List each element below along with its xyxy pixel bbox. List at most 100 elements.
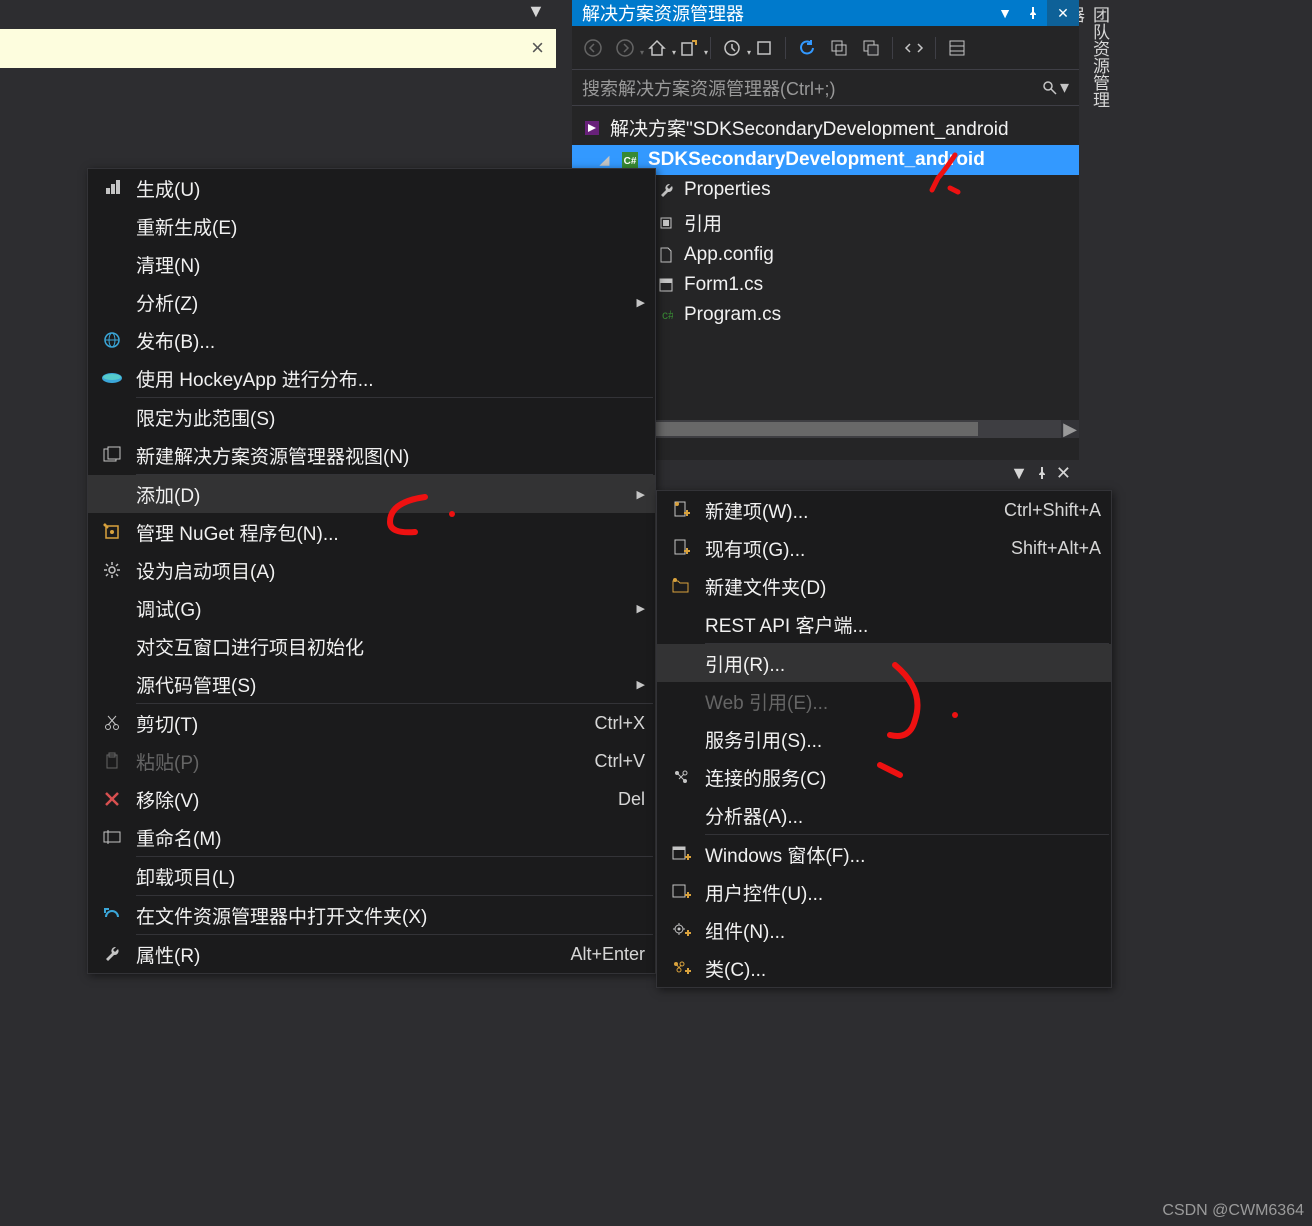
adduc-icon [657,883,705,901]
existitem-icon [657,538,705,558]
menu-item-label: 源代码管理(S) [136,671,629,698]
menu-item[interactable]: 管理 NuGet 程序包(N)... [88,513,655,551]
menu-item[interactable]: 添加(D)▶ [88,475,655,513]
solution-search[interactable]: 搜索解决方案资源管理器(Ctrl+;) ▾ [572,70,1079,106]
close-icon[interactable]: ✕ [1056,463,1071,484]
menu-item[interactable]: 引用(R)... [657,644,1111,682]
globe-icon [88,330,136,350]
menu-item-label: 现有项(G)... [705,535,1011,562]
menu-item[interactable]: 对交互窗口进行项目初始化 [88,627,655,665]
pin-icon[interactable] [1019,0,1047,26]
project-context-menu: 生成(U) 重新生成(E) 清理(N) 分析(Z)▶发布(B)...使用 Hockey… [87,168,656,974]
show-all-icon[interactable] [856,33,886,63]
solution-icon [582,118,602,138]
menu-item[interactable]: REST API 客户端... [657,605,1111,643]
menu-item[interactable]: 清理(N) [88,245,655,283]
menu-item-label: 用户控件(U)... [705,879,1101,906]
forward-icon[interactable]: ▾ [610,33,640,63]
solution-node[interactable]: 解决方案"SDKSecondaryDevelopment_android [572,110,1079,145]
build-icon [88,178,136,198]
panel-title-bar: 解决方案资源管理器 ▼ ✕ [572,0,1079,26]
back-icon[interactable] [578,33,608,63]
add-submenu: 新建项(W)...Ctrl+Shift+A现有项(G)...Shift+Alt+… [656,490,1112,988]
menu-item-label: 新建项(W)... [705,497,1004,524]
cut-icon [88,713,136,733]
pending-changes-icon[interactable]: ▾ [717,33,747,63]
menu-item[interactable]: 服务引用(S)... [657,720,1111,758]
menu-item[interactable]: 在文件资源管理器中打开文件夹(X) [88,896,655,934]
menu-item[interactable]: 移除(V)Del [88,780,655,818]
menu-item: 粘贴(P)Ctrl+V [88,742,655,780]
menu-item[interactable]: 使用 HockeyApp 进行分布... [88,359,655,397]
tree-item-label: Form1.cs [684,274,763,296]
close-icon[interactable]: × [531,35,544,61]
hockey-icon [88,372,136,384]
menu-item-label: 分析(Z) [136,289,629,316]
project-label: SDKSecondaryDevelopment_android [648,149,985,171]
menu-item[interactable]: 发布(B)... [88,321,655,359]
menu-item[interactable]: 卸载项目(L) [88,857,655,895]
menu-item[interactable]: 新建文件夹(D) [657,567,1111,605]
expand-icon[interactable]: ◢ [600,153,612,167]
menu-item[interactable]: 限定为此范围(S) [88,398,655,436]
menu-item[interactable]: 组件(N)... [657,911,1111,949]
menu-item[interactable]: 用户控件(U)... [657,873,1111,911]
tree-item-label: Properties [684,179,771,201]
menu-item-label: REST API 客户端... [705,611,1101,638]
menu-item-label: 对交互窗口进行项目初始化 [136,633,645,660]
close-panel-icon[interactable]: ✕ [1047,0,1079,26]
references-icon [656,213,676,233]
menu-item[interactable]: 新建项(W)...Ctrl+Shift+A [657,491,1111,529]
rename-icon [88,829,136,845]
cs-file-icon: c# [656,305,676,325]
openfolder-icon [88,905,136,925]
form-file-icon [656,275,676,295]
menu-item[interactable]: 属性(R)Alt+Enter [88,935,655,973]
menu-item[interactable]: 源代码管理(S)▶ [88,665,655,703]
solutions-icon[interactable] [749,33,779,63]
properties-icon[interactable] [942,33,972,63]
menu-item-label: 重新生成(E) [136,213,645,240]
menu-item[interactable]: 分析器(A)... [657,796,1111,834]
menu-item[interactable]: 类(C)... [657,949,1111,987]
menu-item[interactable]: 设为启动项目(A) [88,551,655,589]
search-icon[interactable]: ▾ [1042,77,1069,98]
nuget-icon [88,522,136,542]
newitem-icon [657,500,705,520]
menu-item-label: 清理(N) [136,251,645,278]
menu-shortcut: Ctrl+X [594,713,645,734]
view-code-icon[interactable] [899,33,929,63]
menu-item-label: 管理 NuGet 程序包(N)... [136,519,645,546]
menu-item[interactable]: 连接的服务(C) [657,758,1111,796]
menu-item[interactable]: 重新生成(E) [88,207,655,245]
menu-item[interactable]: 生成(U) [88,169,655,207]
panel-dropdown-icon[interactable]: ▼ [1010,463,1028,484]
menu-shortcut: Del [618,789,645,810]
scroll-right-icon[interactable]: ▶ [1061,420,1079,438]
sync-icon[interactable]: ▾ [674,33,704,63]
menu-item[interactable]: 重命名(M) [88,818,655,856]
menu-item[interactable]: 分析(Z)▶ [88,283,655,321]
wrench-icon [656,180,676,200]
menu-item[interactable]: 现有项(G)...Shift+Alt+A [657,529,1111,567]
pin-icon[interactable] [1036,467,1048,479]
collapse-all-icon[interactable] [824,33,854,63]
toolbar-overflow-dropdown[interactable]: ▼ [527,1,541,13]
gear-icon [88,560,136,580]
menu-item[interactable]: 新建解决方案资源管理器视图(N) [88,436,655,474]
refresh-icon[interactable] [792,33,822,63]
menu-shortcut: Shift+Alt+A [1011,538,1101,559]
menu-item-label: Web 引用(E)... [705,688,1101,715]
menu-item-label: 移除(V) [136,786,618,813]
team-explorer-tab[interactable]: 团队资源管理器 [1080,0,1112,120]
menu-item-label: 剪切(T) [136,710,594,737]
home-icon[interactable]: ▾ [642,33,672,63]
menu-item-label: 服务引用(S)... [705,726,1101,753]
panel-dropdown-icon[interactable]: ▼ [991,0,1019,26]
menu-item[interactable]: Windows 窗体(F)... [657,835,1111,873]
menu-item[interactable]: 剪切(T)Ctrl+X [88,704,655,742]
search-placeholder: 搜索解决方案资源管理器(Ctrl+;) [582,75,1042,101]
remove-icon [88,790,136,808]
menu-item-label: 组件(N)... [705,917,1101,944]
menu-item[interactable]: 调试(G)▶ [88,589,655,627]
